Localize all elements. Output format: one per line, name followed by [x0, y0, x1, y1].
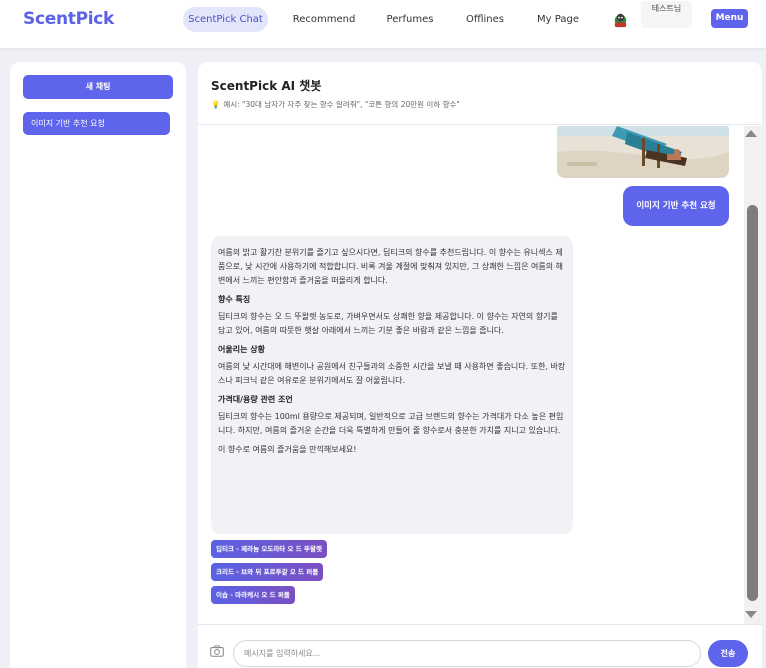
chat-hint-text: 예시: "30대 남자가 자주 찾는 향수 알려줘", "코튼 향의 20만원 … — [223, 100, 460, 109]
nav-perfumes[interactable]: Perfumes — [380, 7, 440, 32]
user-name[interactable]: 테스트님 — [641, 1, 692, 28]
lightbulb-icon: 💡 — [211, 100, 221, 109]
menu-button[interactable]: Menu — [711, 9, 748, 28]
top-navigation: ScentPick ScentPick Chat Recommend Perfu… — [0, 0, 766, 48]
message-input[interactable] — [233, 640, 701, 667]
camera-icon[interactable] — [210, 645, 224, 657]
scrollbar-thumb[interactable] — [747, 205, 758, 601]
message-input-bar: 전송 — [198, 624, 762, 668]
sidebar-item-image-recommend[interactable]: 이미지 기반 추천 요청 — [23, 112, 170, 135]
nav-recommend[interactable]: Recommend — [285, 7, 363, 32]
perfume-chip[interactable]: 크리드 - 브와 뒤 포르투갈 오 드 퍼퓸 — [211, 563, 324, 581]
bot-outro: 이 향수로 여름의 즐거움을 만끽해보세요! — [218, 445, 357, 454]
bot-intro: 여름의 밝고 활기찬 분위기를 즐기고 싶으시다면, 딥티크의 향수를 추천드립… — [218, 248, 563, 285]
section-heading-price: 가격대/용량 관련 조언 — [218, 395, 293, 404]
section-heading-occasion: 어울리는 상황 — [218, 345, 265, 354]
app-logo[interactable]: ScentPick — [23, 9, 114, 29]
section-body-price: 딥티크의 향수는 100ml 용량으로 제공되며, 일반적으로 고급 브랜드의 … — [218, 412, 564, 435]
chat-header: ScentPick AI 챗봇 💡 예시: "30대 남자가 자주 찾는 향수 알… — [198, 62, 762, 125]
perfume-chip[interactable]: 이솝 - 마라케시 오 드 퍼퓸 — [211, 586, 295, 604]
section-heading-features: 향수 특징 — [218, 295, 251, 304]
uploaded-beach-photo — [557, 126, 729, 178]
chat-panel: ScentPick AI 챗봇 💡 예시: "30대 남자가 자주 찾는 향수 알… — [198, 62, 762, 668]
scroll-up-arrow-icon[interactable] — [745, 130, 757, 137]
new-chat-button[interactable]: 새 채팅 — [23, 75, 173, 99]
send-button[interactable]: 전송 — [708, 640, 748, 667]
chat-title: ScentPick AI 챗봇 — [211, 79, 322, 93]
nav-offlines[interactable]: Offlines — [458, 7, 512, 32]
scroll-down-arrow-icon[interactable] — [745, 611, 757, 618]
bot-message: 여름의 밝고 활기찬 분위기를 즐기고 싶으시다면, 딥티크의 향수를 추천드립… — [211, 236, 573, 534]
nav-my-page[interactable]: My Page — [530, 7, 586, 32]
section-body-features: 딥티크의 향수는 오 드 뚜왈렛 농도로, 가벼우면서도 상쾌한 향을 제공합니… — [218, 312, 558, 335]
chat-hint: 💡 예시: "30대 남자가 자주 찾는 향수 알려줘", "코튼 향의 20만원… — [211, 99, 460, 110]
section-body-occasion: 여름의 낮 시간대에 해변이나 공원에서 친구들과의 소중한 시간을 보낼 때 … — [218, 362, 566, 385]
message-list[interactable]: 이미지 기반 추천 요청 여름의 밝고 활기찬 분위기를 즐기고 싶으시다면, … — [198, 126, 744, 624]
user-message: 이미지 기반 추천 요청 — [623, 186, 729, 226]
sidebar: 새 채팅 이미지 기반 추천 요청 — [10, 62, 186, 668]
user-avatar-icon[interactable] — [611, 10, 630, 29]
perfume-chip[interactable]: 딥티크 - 제라늄 오도라타 오 드 뚜왈렛 — [211, 540, 327, 558]
nav-scentpick-chat[interactable]: ScentPick Chat — [183, 7, 268, 32]
